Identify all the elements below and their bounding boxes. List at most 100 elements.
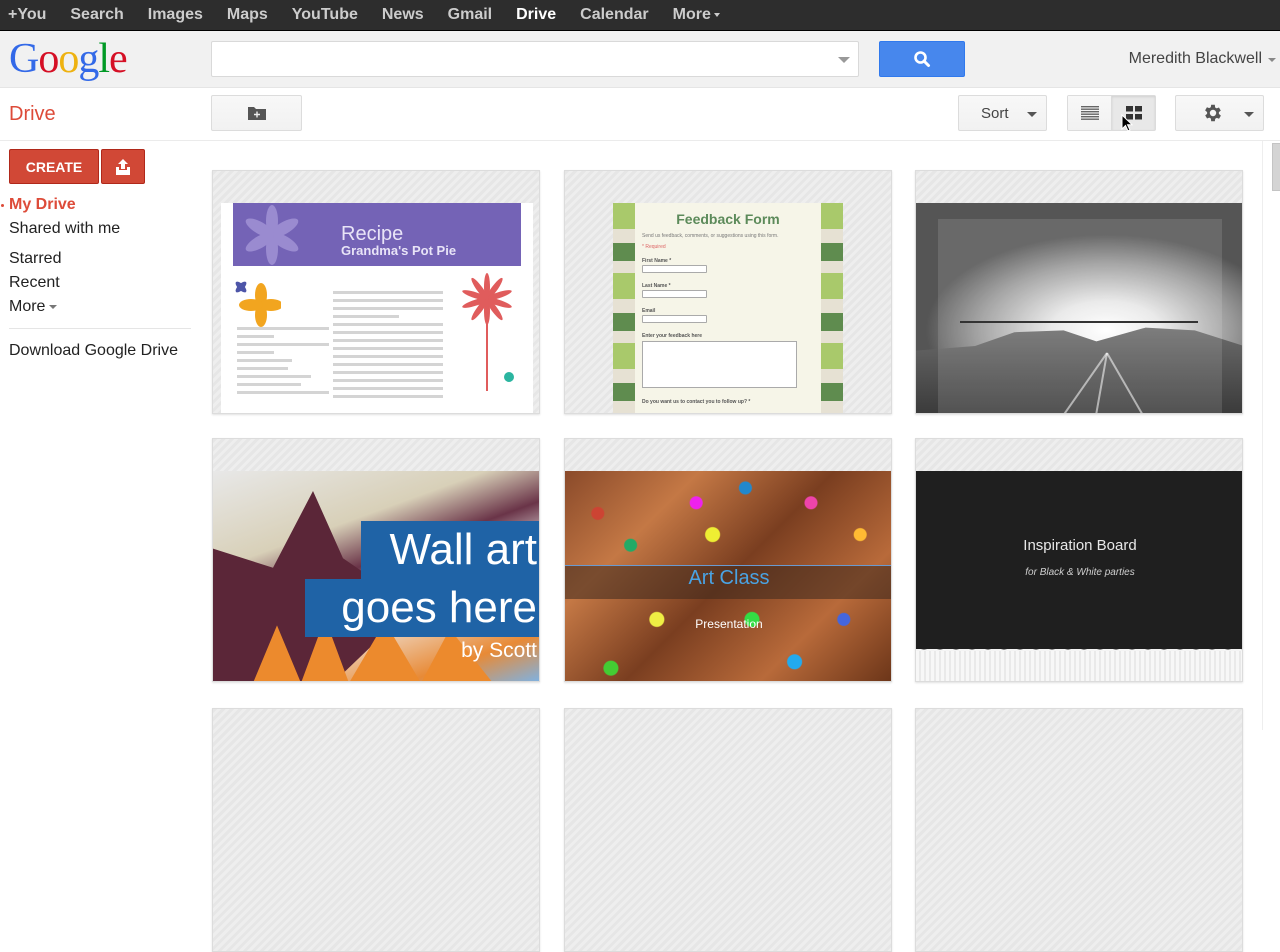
logo-letter: e bbox=[109, 36, 128, 82]
nav-drive[interactable]: Drive bbox=[516, 6, 556, 24]
image-frame bbox=[938, 219, 1222, 413]
sort-label: Sort bbox=[981, 104, 1009, 122]
folder-plus-icon bbox=[247, 107, 266, 120]
slide-subtitle: by Scott bbox=[461, 639, 537, 662]
account-name[interactable]: Meredith Blackwell bbox=[1129, 50, 1262, 68]
image-rule bbox=[960, 321, 1198, 323]
grid-icon bbox=[1125, 106, 1142, 120]
form-field-input bbox=[642, 315, 707, 323]
view-toggle bbox=[1067, 95, 1156, 131]
nav-maps[interactable]: Maps bbox=[227, 6, 268, 24]
create-button[interactable]: CREATE bbox=[9, 149, 99, 184]
logo-letter: G bbox=[9, 36, 39, 82]
nav-gmail[interactable]: Gmail bbox=[448, 6, 492, 24]
chevron-down-icon bbox=[49, 304, 58, 309]
nav-calendar[interactable]: Calendar bbox=[580, 6, 648, 24]
file-tile-art-class[interactable]: Art Class Presentation bbox=[564, 438, 892, 682]
recipe-subtitle: Grandma's Pot Pie bbox=[341, 243, 457, 258]
file-tile-sunrise-image[interactable] bbox=[915, 170, 1243, 414]
nav-youtube[interactable]: YouTube bbox=[292, 6, 358, 24]
form-border-pattern bbox=[821, 203, 843, 413]
google-bar-nav: +You Search Images Maps YouTube News Gma… bbox=[0, 0, 1280, 30]
logo-letter: l bbox=[98, 36, 110, 82]
sidebar-item-starred[interactable]: Starred bbox=[0, 248, 192, 272]
form-field-input bbox=[642, 265, 707, 273]
gear-icon bbox=[1205, 104, 1221, 122]
chevron-down-icon bbox=[713, 12, 720, 17]
file-thumbnail: Art Class Presentation bbox=[565, 471, 891, 681]
file-tile-wall-art[interactable]: Wall art goes here by Scott bbox=[212, 438, 540, 682]
nav-you[interactable]: +You bbox=[8, 6, 46, 24]
chevron-down-icon bbox=[1244, 112, 1254, 117]
grid-view-button[interactable] bbox=[1112, 96, 1155, 130]
slide-subtitle: for Black & White parties bbox=[1025, 567, 1135, 578]
sidebar-item-my-drive[interactable]: My Drive bbox=[0, 194, 192, 218]
account-chevron-down-icon[interactable] bbox=[1268, 58, 1276, 62]
search-options-dropdown-icon[interactable] bbox=[838, 57, 850, 63]
scrollbar[interactable] bbox=[1262, 141, 1280, 730]
form-question: Do you want us to contact you to follow … bbox=[642, 399, 751, 405]
nav-images[interactable]: Images bbox=[148, 6, 203, 24]
logo-letter: o bbox=[58, 36, 79, 82]
nav-more-label: More bbox=[672, 6, 711, 23]
sidebar-more-label: More bbox=[9, 298, 46, 315]
ingredients-text bbox=[237, 327, 329, 399]
logo-letter: g bbox=[78, 36, 99, 82]
file-tile-recipe[interactable]: Recipe Grandma's Pot Pie bbox=[212, 170, 540, 414]
file-thumbnail: Feedback Form Send us feedback, comments… bbox=[613, 203, 843, 413]
form-field-label: Enter your feedback here bbox=[642, 333, 703, 339]
list-view-button[interactable] bbox=[1068, 96, 1112, 130]
form-description: Send us feedback, comments, or suggestio… bbox=[642, 233, 779, 239]
file-tile-placeholder[interactable] bbox=[915, 708, 1243, 952]
sidebar-item-more[interactable]: More bbox=[0, 296, 192, 320]
divider bbox=[9, 328, 191, 329]
google-logo[interactable]: Google bbox=[9, 36, 128, 82]
file-tile-feedback-form[interactable]: Feedback Form Send us feedback, comments… bbox=[564, 170, 892, 414]
search-icon bbox=[914, 51, 930, 67]
settings-button[interactable] bbox=[1175, 95, 1264, 131]
form-field-label: First Name * bbox=[642, 258, 672, 264]
nav-more[interactable]: More bbox=[673, 6, 720, 24]
scrollbar-thumb[interactable] bbox=[1272, 143, 1280, 191]
file-thumbnail bbox=[916, 203, 1242, 413]
file-thumbnail: Inspiration Board for Black & White part… bbox=[916, 471, 1242, 681]
file-grid: Recipe Grandma's Pot Pie Feedback Form S… bbox=[212, 170, 1252, 952]
nav-search[interactable]: Search bbox=[70, 6, 123, 24]
list-icon bbox=[1080, 106, 1099, 120]
logo-letter: o bbox=[38, 36, 59, 82]
file-thumbnail: Wall art goes here by Scott bbox=[213, 471, 539, 681]
header: Google Meredith Blackwell bbox=[0, 31, 1280, 88]
slide-title: Inspiration Board bbox=[1023, 537, 1137, 554]
new-folder-button[interactable] bbox=[211, 95, 302, 131]
file-tile-placeholder[interactable] bbox=[212, 708, 540, 952]
drive-toolbar: Drive Sort bbox=[0, 89, 1280, 141]
form-title: Feedback Form bbox=[676, 211, 780, 227]
butterfly-icon bbox=[235, 281, 281, 327]
flower-illustration-icon bbox=[462, 273, 514, 391]
app-title[interactable]: Drive bbox=[9, 103, 56, 126]
file-tile-inspiration-board[interactable]: Inspiration Board for Black & White part… bbox=[915, 438, 1243, 682]
form-field-label: Last Name * bbox=[642, 283, 671, 289]
slide-title: Art Class bbox=[688, 567, 770, 589]
form-border-pattern bbox=[613, 203, 635, 413]
upload-button[interactable] bbox=[101, 149, 145, 184]
flower-icon bbox=[245, 205, 299, 265]
sidebar-item-recent[interactable]: Recent bbox=[0, 272, 192, 296]
form-field-label: Email bbox=[642, 308, 656, 314]
search-box bbox=[211, 41, 859, 77]
steps-text bbox=[333, 291, 443, 403]
sidebar-item-shared-with-me[interactable]: Shared with me bbox=[0, 218, 192, 242]
form-field-input bbox=[642, 290, 707, 298]
search-button[interactable] bbox=[879, 41, 965, 77]
form-required-note: * Required bbox=[642, 244, 666, 250]
upload-icon bbox=[116, 158, 130, 175]
download-drive-link[interactable]: Download Google Drive bbox=[0, 340, 192, 364]
form-page: Feedback Form Send us feedback, comments… bbox=[635, 203, 821, 413]
search-input[interactable] bbox=[212, 42, 812, 76]
sort-button[interactable]: Sort bbox=[958, 95, 1047, 131]
slide-title-line2: goes here bbox=[341, 583, 537, 632]
nav-news[interactable]: News bbox=[382, 6, 424, 24]
file-tile-placeholder[interactable] bbox=[564, 708, 892, 952]
google-bar: +You Search Images Maps YouTube News Gma… bbox=[0, 0, 1280, 31]
stripe-pattern bbox=[916, 651, 1242, 681]
